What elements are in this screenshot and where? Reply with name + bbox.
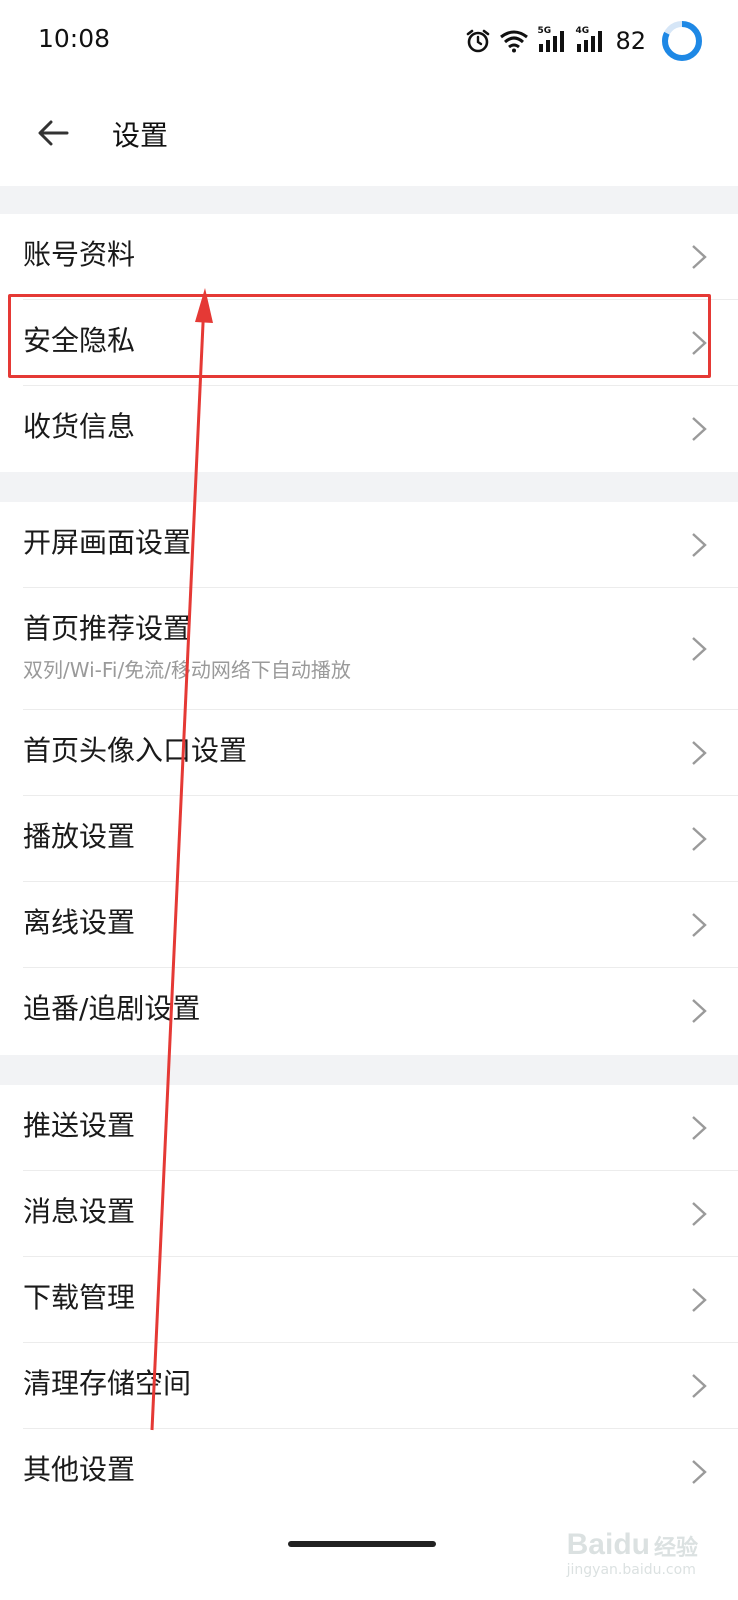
settings-item-label: 追番/追剧设置 [23,992,201,1025]
wifi-icon [499,29,529,53]
settings-item-label: 账号资料 [23,238,136,271]
settings-item-label: 清理存储空间 [23,1367,192,1400]
settings-item-playback[interactable]: 播放设置 [0,796,738,882]
battery-ring-icon [660,19,704,63]
back-button[interactable] [28,108,78,158]
settings-item-other[interactable]: 其他设置 [0,1429,738,1515]
chevron-right-icon [692,999,707,1023]
settings-group-playback: 开屏画面设置 首页推荐设置 双列/Wi-Fi/免流/移动网络下自动播放 首页头像… [0,502,738,1054]
chevron-right-icon [692,1288,707,1312]
settings-item-label: 下载管理 [23,1281,136,1314]
chevron-right-icon [692,1374,707,1398]
net-type-5g: 5G [537,26,552,36]
settings-item-label: 开屏画面设置 [23,526,192,559]
settings-item-sublabel: 双列/Wi-Fi/免流/移动网络下自动播放 [23,658,351,682]
chevron-right-icon [692,1202,707,1226]
settings-item-label: 其他设置 [23,1453,136,1486]
settings-item-splash-screen[interactable]: 开屏画面设置 [0,502,738,588]
settings-item-label: 收货信息 [23,410,136,443]
settings-item-home-avatar-entry[interactable]: 首页头像入口设置 [0,710,738,796]
group-gap [0,186,738,214]
signal-5g-icon: 5G [537,26,567,54]
status-time: 10:08 [38,24,111,53]
chevron-right-icon [692,331,707,355]
chevron-right-icon [692,913,707,937]
home-indicator[interactable] [288,1541,436,1547]
watermark-url: jingyan.baidu.com [566,1562,696,1578]
settings-item-label: 播放设置 [23,820,136,853]
settings-item-clear-storage[interactable]: 清理存储空间 [0,1343,738,1429]
signal-4g-icon: 4G [575,26,605,54]
battery-level: 82 [615,27,646,55]
chevron-right-icon [692,827,707,851]
chevron-right-icon [692,417,707,441]
settings-item-label: 首页推荐设置 [23,612,192,645]
settings-group-system: 推送设置 消息设置 下载管理 清理存储空间 其他设置 [0,1085,738,1515]
settings-item-label: 离线设置 [23,906,136,939]
chevron-right-icon [692,533,707,557]
group-gap [0,1055,738,1085]
watermark-logo: Baidu [566,1528,650,1561]
settings-item-label: 推送设置 [23,1109,136,1142]
chevron-right-icon [692,637,707,661]
status-icons: 5G 4G 82 [465,16,704,66]
chevron-right-icon [692,245,707,269]
settings-item-security-privacy[interactable]: 安全隐私 [0,300,738,386]
settings-group-account: 账号资料 安全隐私 收货信息 [0,214,738,472]
settings-item-account-profile[interactable]: 账号资料 [0,214,738,300]
group-gap [0,472,738,502]
chevron-right-icon [692,1460,707,1484]
net-type-4g: 4G [575,26,590,36]
watermark: Baidu 经验 jingyan.baidu.com [567,1528,698,1578]
settings-item-downloads[interactable]: 下载管理 [0,1257,738,1343]
settings-item-follow-series[interactable]: 追番/追剧设置 [0,968,738,1054]
alarm-icon [465,28,491,54]
watermark-brand: 经验 [653,1535,698,1560]
settings-item-label: 首页头像入口设置 [23,734,248,767]
settings-item-home-recommend[interactable]: 首页推荐设置 双列/Wi-Fi/免流/移动网络下自动播放 [0,588,738,710]
status-bar: 10:08 5G 4G 82 [0,0,738,80]
settings-item-shipping-info[interactable]: 收货信息 [0,386,738,472]
settings-item-label: 消息设置 [23,1195,136,1228]
settings-item-messages[interactable]: 消息设置 [0,1171,738,1257]
chevron-right-icon [692,1116,707,1140]
settings-item-offline[interactable]: 离线设置 [0,882,738,968]
settings-item-label: 安全隐私 [23,324,136,357]
page-title: 设置 [112,119,169,152]
nav-bar: 设置 [0,80,738,186]
arrow-left-icon [38,120,69,146]
chevron-right-icon [692,741,707,765]
settings-item-push[interactable]: 推送设置 [0,1085,738,1171]
